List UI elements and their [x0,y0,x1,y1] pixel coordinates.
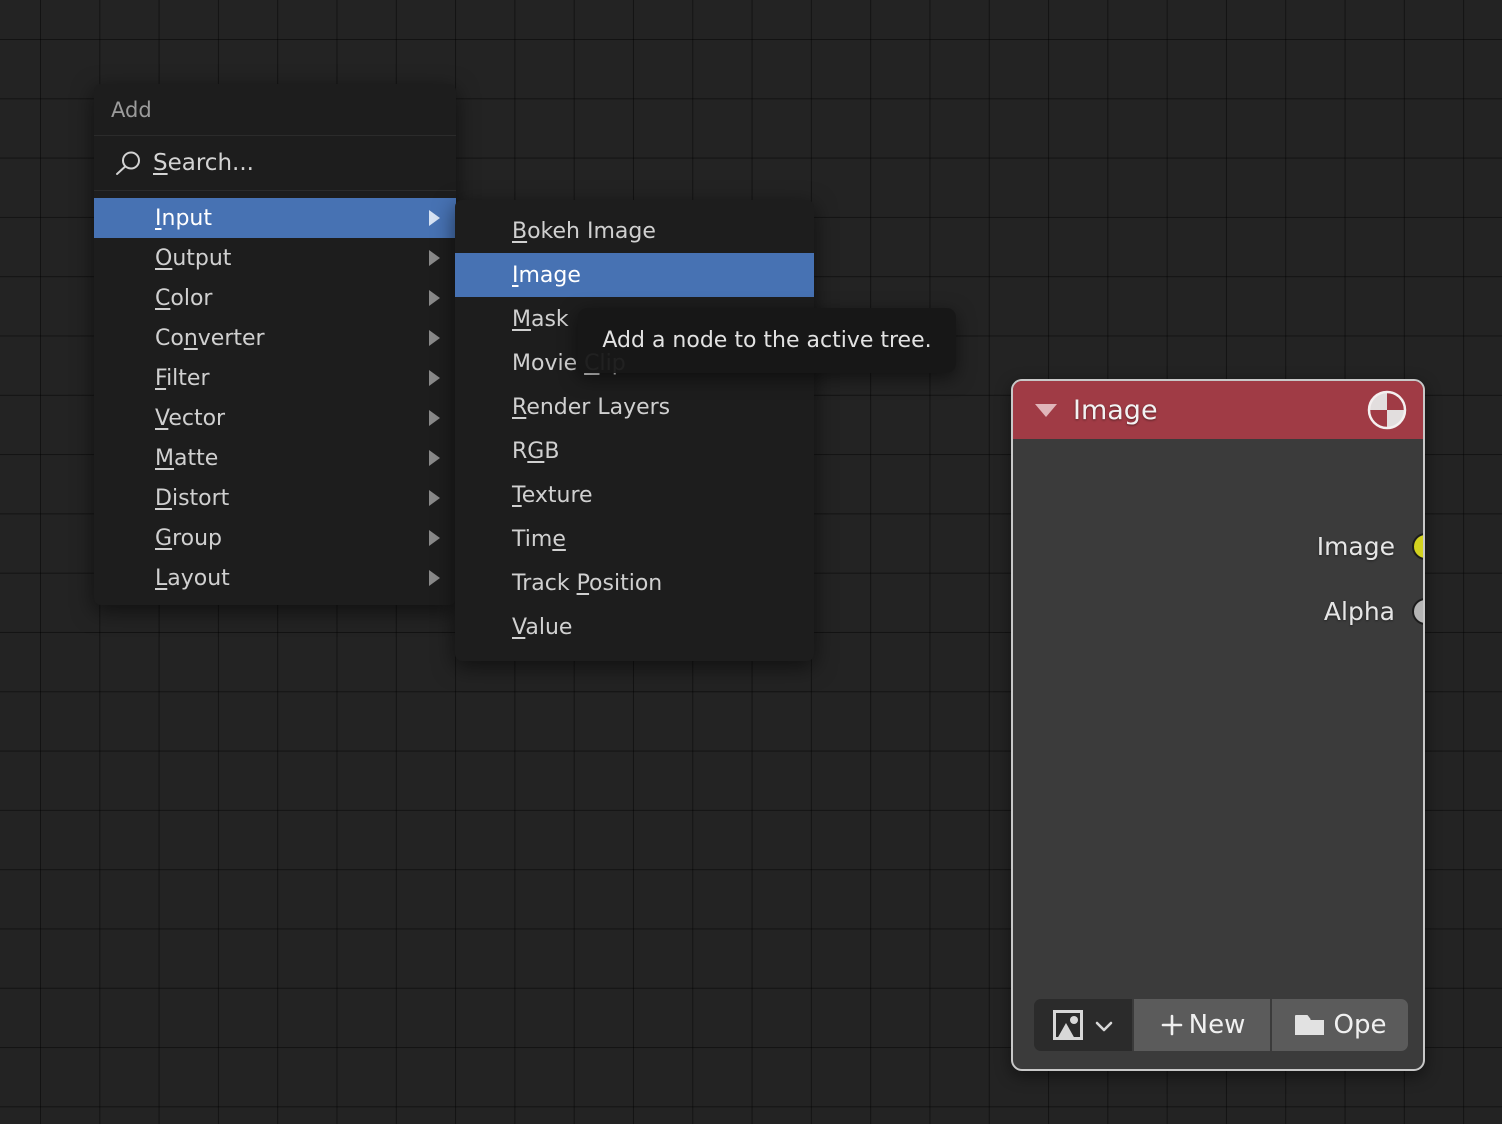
menu-item-filter[interactable]: Filter [94,358,456,398]
chevron-right-icon [429,210,440,226]
menu-item-input-label: Input [155,206,429,231]
chevron-right-icon [429,250,440,266]
node-header[interactable]: Image [1013,381,1423,439]
submenu-item-image-label: Image [512,263,581,288]
submenu-item-image[interactable]: Image [455,253,814,297]
image-datablock-icon [1052,1009,1088,1041]
node-editor-canvas[interactable]: Add Search... Input Output Color [0,0,1502,1124]
node-body: Image Alpha [1013,439,1423,1069]
search-rest: earch... [168,150,254,176]
chevron-right-icon [429,490,440,506]
submenu-item-movie-clip[interactable]: Movie Clip [455,341,814,385]
menu-item-group-label: Group [155,526,429,551]
submenu-item-value[interactable]: Value [455,605,814,649]
new-image-button[interactable]: New [1134,999,1270,1051]
menu-item-output-label: Output [155,246,429,271]
image-datablock-dropdown[interactable] [1034,999,1132,1051]
image-datablock-row: New Ope [1034,999,1408,1051]
open-image-button[interactable]: Ope [1272,999,1408,1051]
menu-item-vector-label: Vector [155,406,429,431]
folder-icon [1294,1011,1328,1039]
triangle-down-icon[interactable] [1035,404,1057,417]
menu-item-converter[interactable]: Converter [94,318,456,358]
submenu-item-mask-label: Mask [512,307,569,332]
menu-item-filter-label: Filter [155,366,429,391]
plus-icon [1159,1012,1185,1038]
submenu-item-track-position-label: Track Position [512,571,662,596]
submenu-item-bokeh-image[interactable]: Bokeh Image [455,209,814,253]
open-image-label: Ope [1334,1010,1387,1040]
submenu-item-render-layers-label: Render Layers [512,395,670,420]
menu-item-color[interactable]: Color [94,278,456,318]
search-accel: S [153,150,168,176]
add-menu: Add Search... Input Output Color [94,84,456,605]
search-icon [111,150,145,176]
socket-dot-alpha[interactable] [1412,598,1425,625]
submenu-item-bokeh-image-label: Bokeh Image [512,219,656,244]
chevron-right-icon [429,570,440,586]
submenu-item-rgb-label: RGB [512,439,559,464]
menu-item-distort-label: Distort [155,486,429,511]
image-node[interactable]: Image Image Alpha [1011,379,1425,1071]
input-submenu: Bokeh Image Image Mask Movie Clip Render… [455,200,814,661]
submenu-item-track-position[interactable]: Track Position [455,561,814,605]
menu-item-converter-label: Converter [155,326,429,351]
chevron-right-icon [429,370,440,386]
menu-item-layout-label: Layout [155,566,429,591]
chevron-right-icon [429,410,440,426]
search-placeholder: Search... [153,150,254,176]
chevron-right-icon [429,530,440,546]
add-menu-list: Input Output Color Converter Filter Vect… [94,191,456,598]
submenu-item-texture-label: Texture [512,483,593,508]
submenu-item-movie-clip-label: Movie Clip [512,351,626,376]
menu-item-group[interactable]: Group [94,518,456,558]
chevron-right-icon [429,450,440,466]
output-socket-alpha[interactable]: Alpha [1324,594,1423,628]
submenu-item-mask[interactable]: Mask [455,297,814,341]
menu-item-layout[interactable]: Layout [94,558,456,598]
compositor-node-icon [1365,388,1409,432]
search-input[interactable]: Search... [94,136,456,191]
menu-item-vector[interactable]: Vector [94,398,456,438]
output-socket-alpha-label: Alpha [1324,597,1395,626]
chevron-down-icon [1094,1018,1114,1032]
menu-item-matte-label: Matte [155,446,429,471]
submenu-item-render-layers[interactable]: Render Layers [455,385,814,429]
chevron-right-icon [429,330,440,346]
menu-item-distort[interactable]: Distort [94,478,456,518]
add-menu-title: Add [94,84,456,136]
submenu-item-rgb[interactable]: RGB [455,429,814,473]
submenu-item-time[interactable]: Time [455,517,814,561]
chevron-right-icon [429,290,440,306]
output-socket-image-label: Image [1317,532,1395,561]
submenu-item-texture[interactable]: Texture [455,473,814,517]
menu-item-matte[interactable]: Matte [94,438,456,478]
new-image-label: New [1189,1010,1246,1040]
output-socket-image[interactable]: Image [1317,529,1423,563]
menu-item-output[interactable]: Output [94,238,456,278]
menu-item-color-label: Color [155,286,429,311]
submenu-item-value-label: Value [512,615,572,640]
submenu-item-time-label: Time [512,527,566,552]
node-title: Image [1073,395,1365,426]
socket-dot-image[interactable] [1412,533,1425,560]
menu-item-input[interactable]: Input [94,198,456,238]
node-footer: New Ope [1013,995,1423,1069]
